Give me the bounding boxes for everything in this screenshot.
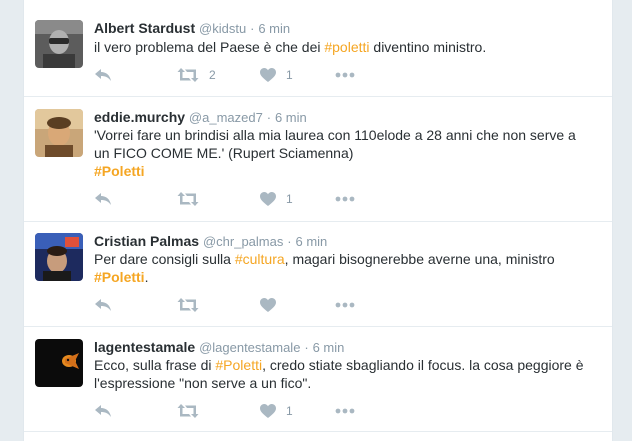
tweet-time[interactable]: 6 min bbox=[275, 110, 307, 125]
text-line: Per dare consigli sulla #cultura, magari… bbox=[94, 250, 604, 268]
text-line: Ecco, sulla frase di #Poletti, credo sti… bbox=[94, 356, 604, 374]
tweet-header: Albert Stardust @kidstu · 6 min bbox=[94, 19, 290, 38]
text-segment: . bbox=[144, 269, 149, 285]
retweet-button[interactable] bbox=[177, 189, 209, 209]
tweet-actions bbox=[94, 295, 394, 315]
retweet-button[interactable] bbox=[177, 401, 209, 421]
text-segment: diventino ministro. bbox=[369, 39, 487, 55]
like-count: 1 bbox=[286, 192, 293, 206]
tweet-header: lagentestamale @lagentestamale · 6 min bbox=[94, 338, 344, 357]
text-segment: il vero problema del Paese è che dei bbox=[94, 39, 325, 55]
reply-button[interactable] bbox=[94, 189, 112, 209]
user-fullname[interactable]: eddie.murchy bbox=[94, 109, 185, 125]
avatar[interactable] bbox=[35, 20, 83, 68]
text-line: un FICO COME ME.' (Rupert Sciamenna) bbox=[94, 145, 354, 161]
tweet[interactable]: Albert Stardust @kidstu · 6 min il vero … bbox=[24, 8, 612, 97]
user-handle[interactable]: @chr_palmas bbox=[203, 234, 283, 249]
more-button[interactable] bbox=[335, 65, 355, 85]
separator: · bbox=[266, 110, 272, 125]
user-handle[interactable]: @kidstu bbox=[199, 21, 246, 36]
tweet-header: eddie.murchy @a_mazed7 · 6 min bbox=[94, 108, 307, 127]
heart-icon bbox=[260, 298, 276, 312]
reply-icon bbox=[94, 68, 112, 82]
separator: · bbox=[304, 340, 309, 355]
heart-icon bbox=[260, 192, 276, 206]
tweet-actions: 2 1 bbox=[94, 65, 394, 85]
user-handle[interactable]: @lagentestamale bbox=[199, 340, 300, 355]
user-fullname[interactable]: lagentestamale bbox=[94, 339, 195, 355]
more-icon bbox=[335, 302, 355, 308]
tweet-text: Per dare consigli sulla #cultura, magari… bbox=[94, 250, 604, 286]
text-segment: , magari bisognerebbe averne una, minist… bbox=[284, 251, 555, 267]
reply-icon bbox=[94, 298, 112, 312]
retweet-count: 2 bbox=[209, 68, 216, 82]
like-count: 1 bbox=[286, 68, 293, 82]
retweet-icon bbox=[177, 298, 199, 312]
timeline: Albert Stardust @kidstu · 6 min il vero … bbox=[23, 0, 613, 441]
tweet[interactable]: eddie.murchy @a_mazed7 · 6 min 'Vorrei f… bbox=[24, 97, 612, 222]
like-button[interactable]: 1 bbox=[260, 189, 293, 209]
text-line: #Poletti. bbox=[94, 268, 604, 286]
tweet-text: 'Vorrei fare un brindisi alla mia laurea… bbox=[94, 126, 604, 180]
tweet-time[interactable]: 6 min bbox=[258, 21, 290, 36]
like-count: 1 bbox=[286, 404, 293, 418]
avatar[interactable] bbox=[35, 233, 83, 281]
heart-icon bbox=[260, 68, 276, 82]
like-button[interactable]: 1 bbox=[260, 65, 293, 85]
reply-button[interactable] bbox=[94, 295, 112, 315]
hashtag-link[interactable]: #Poletti bbox=[94, 162, 604, 180]
reply-button[interactable] bbox=[94, 401, 112, 421]
user-handle[interactable]: @a_mazed7 bbox=[189, 110, 263, 125]
text-line: 'Vorrei fare un brindisi alla mia laurea… bbox=[94, 127, 576, 143]
more-button[interactable] bbox=[335, 401, 355, 421]
retweet-icon bbox=[177, 68, 199, 82]
tweet-text: il vero problema del Paese è che dei #po… bbox=[94, 38, 604, 56]
text-segment: Ecco, sulla frase di bbox=[94, 357, 216, 373]
retweet-icon bbox=[177, 192, 199, 206]
avatar[interactable] bbox=[35, 109, 83, 157]
more-button[interactable] bbox=[335, 189, 355, 209]
separator: · bbox=[250, 21, 255, 36]
heart-icon bbox=[260, 404, 276, 418]
retweet-button[interactable]: 2 bbox=[177, 65, 216, 85]
user-fullname[interactable]: Cristian Palmas bbox=[94, 233, 199, 249]
retweet-button[interactable] bbox=[177, 295, 209, 315]
tweet-actions: 1 bbox=[94, 401, 394, 421]
text-line: l'espressione "non serve a un fico". bbox=[94, 375, 312, 391]
text-segment: , credo stiate sbagliando il focus. la c… bbox=[262, 357, 584, 373]
avatar[interactable] bbox=[35, 339, 83, 387]
hashtag-link[interactable]: #Poletti bbox=[94, 269, 145, 285]
separator: · bbox=[287, 234, 292, 249]
hashtag-link[interactable]: #poletti bbox=[324, 39, 369, 55]
more-icon bbox=[335, 196, 355, 202]
hashtag-link[interactable]: #cultura bbox=[235, 251, 285, 267]
tweet-actions: 1 bbox=[94, 189, 394, 209]
more-icon bbox=[335, 72, 355, 78]
like-button[interactable]: 1 bbox=[260, 401, 293, 421]
reply-icon bbox=[94, 404, 112, 418]
tweet-time[interactable]: 6 min bbox=[295, 234, 327, 249]
retweet-icon bbox=[177, 404, 199, 418]
reply-icon bbox=[94, 192, 112, 206]
hashtag-link[interactable]: #Poletti bbox=[215, 357, 262, 373]
more-button[interactable] bbox=[335, 295, 355, 315]
text-segment: Per dare consigli sulla bbox=[94, 251, 235, 267]
tweet-text: Ecco, sulla frase di #Poletti, credo sti… bbox=[94, 356, 604, 392]
user-fullname[interactable]: Albert Stardust bbox=[94, 20, 195, 36]
reply-button[interactable] bbox=[94, 65, 112, 85]
tweet[interactable]: Cristian Palmas @chr_palmas · 6 min Per … bbox=[24, 222, 612, 327]
tweet[interactable]: lagentestamale @lagentestamale · 6 min E… bbox=[24, 327, 612, 432]
tweet-header: Cristian Palmas @chr_palmas · 6 min bbox=[94, 232, 327, 251]
tweet-time[interactable]: 6 min bbox=[313, 340, 345, 355]
more-icon bbox=[335, 408, 355, 414]
like-button[interactable] bbox=[260, 295, 286, 315]
